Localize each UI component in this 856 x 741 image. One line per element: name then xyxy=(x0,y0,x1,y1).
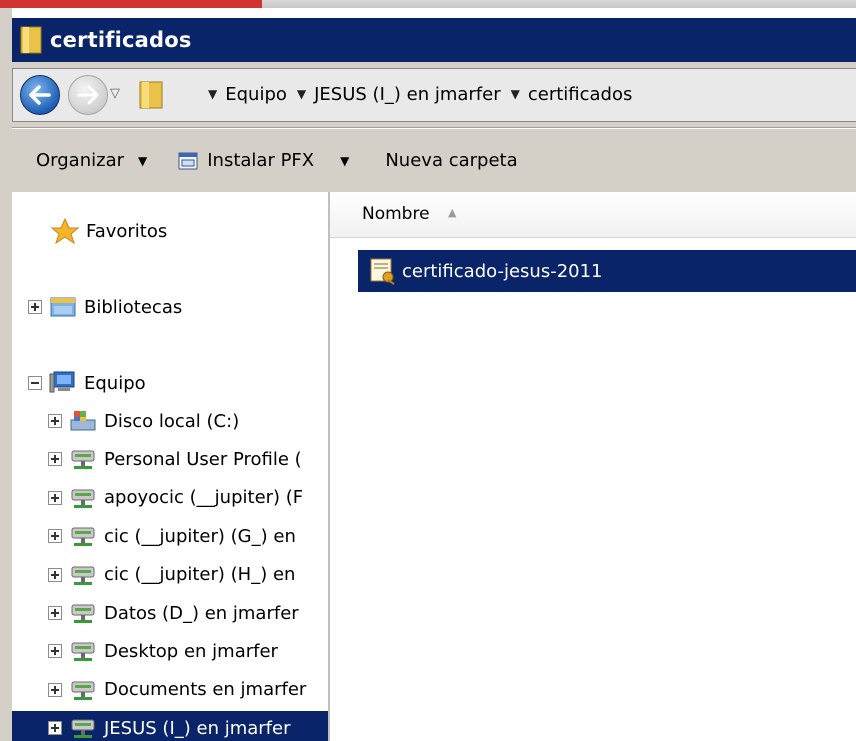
expand-icon[interactable] xyxy=(48,567,62,582)
expand-icon[interactable] xyxy=(48,452,62,467)
navigation-pane[interactable]: Favoritos Bibliotecas Equipo Disco local… xyxy=(12,192,330,741)
chevron-down-icon[interactable]: ▼ xyxy=(208,87,217,101)
nav-drive-item[interactable]: JESUS (I_) en jmarfer xyxy=(12,711,330,741)
title-bar[interactable]: certificados xyxy=(12,18,856,62)
libraries-icon xyxy=(50,297,76,317)
window-title: certificados xyxy=(50,28,192,52)
back-arrow-icon xyxy=(29,85,51,105)
nav-drive-item[interactable]: Personal User Profile ( xyxy=(48,442,302,476)
expand-icon[interactable] xyxy=(28,300,42,314)
network-drive-icon xyxy=(71,527,95,547)
local-disk-icon xyxy=(70,411,96,431)
chevron-down-icon: ▼ xyxy=(340,153,350,168)
computer-icon xyxy=(49,371,75,393)
network-drive-icon xyxy=(71,450,95,470)
nav-drive-label: Desktop en jmarfer xyxy=(104,640,278,662)
command-bar: Organizar ▼ Instalar PFX ▼ Nueva carpeta xyxy=(12,128,856,192)
column-header-name[interactable]: Nombre ▲ xyxy=(330,192,856,238)
nav-drive-item[interactable]: Datos (D_) en jmarfer xyxy=(48,596,299,630)
breadcrumb-item[interactable]: ▼ JESUS (I_) en jmarfer xyxy=(297,84,501,105)
breadcrumb-item[interactable]: ▼ Equipo xyxy=(208,84,287,105)
install-pfx-button[interactable]: Instalar PFX ▼ xyxy=(177,150,349,172)
nav-drive-item[interactable]: cic (__jupiter) (H_) en xyxy=(48,558,295,592)
new-folder-label: Nueva carpeta xyxy=(385,150,518,171)
nav-drive-label: cic (__jupiter) (H_) en xyxy=(104,564,296,586)
taskbar-red-strip xyxy=(0,0,262,8)
install-certificate-icon xyxy=(178,152,198,169)
expand-icon[interactable] xyxy=(48,644,62,659)
chevron-down-icon: ▼ xyxy=(138,153,148,168)
folder-icon xyxy=(20,26,42,54)
network-drive-icon xyxy=(71,719,95,739)
breadcrumb-item[interactable]: ▼ certificados xyxy=(511,84,633,105)
nav-libraries[interactable]: Bibliotecas xyxy=(28,290,182,324)
nav-drive-item[interactable]: Disco local (C:) xyxy=(48,404,239,438)
nav-drive-label: Datos (D_) en jmarfer xyxy=(104,602,299,624)
expand-icon[interactable] xyxy=(48,414,62,428)
network-drive-icon xyxy=(71,642,95,662)
expand-icon[interactable] xyxy=(48,490,62,505)
expand-icon[interactable] xyxy=(48,606,62,620)
nav-drive-label: Disco local (C:) xyxy=(104,410,240,432)
window-top-edge xyxy=(0,0,856,8)
nav-favorites[interactable]: Favoritos xyxy=(50,214,167,248)
nav-drive-item[interactable]: cic (__jupiter) (G_) en xyxy=(48,519,296,553)
star-icon xyxy=(50,218,80,244)
collapse-icon[interactable] xyxy=(28,376,42,390)
network-drive-icon xyxy=(71,489,95,508)
forward-button[interactable] xyxy=(68,75,108,115)
nav-drive-label: apoyocic (__jupiter) (F xyxy=(104,487,304,509)
nav-drive-item[interactable]: Documents en jmarfer xyxy=(48,673,306,707)
certificate-icon xyxy=(370,258,395,285)
nav-drive-item[interactable]: apoyocic (__jupiter) (F xyxy=(48,481,303,515)
network-drive-icon xyxy=(71,681,95,700)
new-folder-button[interactable]: Nueva carpeta xyxy=(385,150,517,171)
file-item[interactable]: certificado-jesus-2011 xyxy=(358,250,856,292)
recent-pages-dropdown-icon[interactable]: ▽ xyxy=(110,86,120,101)
back-button[interactable] xyxy=(20,75,60,115)
nav-computer[interactable]: Equipo xyxy=(28,366,146,400)
network-drive-icon xyxy=(71,604,95,623)
install-pfx-label: Instalar PFX xyxy=(207,150,315,171)
nav-drive-label: cic (__jupiter) (G_) en xyxy=(104,525,296,547)
chevron-down-icon[interactable]: ▼ xyxy=(511,87,520,101)
chevron-down-icon[interactable]: ▼ xyxy=(297,87,306,101)
expand-icon[interactable] xyxy=(48,721,62,736)
organize-menu-button[interactable]: Organizar ▼ xyxy=(36,150,147,171)
file-list-pane[interactable]: Nombre ▲ certificado-jesus-2011 xyxy=(330,192,856,741)
network-drive-icon xyxy=(71,566,95,585)
file-name: certificado-jesus-2011 xyxy=(402,260,603,282)
nav-drive-item[interactable]: Desktop en jmarfer xyxy=(48,634,278,668)
nav-drive-label: Personal User Profile ( xyxy=(104,448,302,470)
nav-drive-label: Documents en jmarfer xyxy=(104,679,307,701)
organize-label: Organizar xyxy=(36,150,124,171)
address-folder-icon xyxy=(139,81,163,109)
column-name-label: Nombre xyxy=(362,204,430,224)
breadcrumb: ▼ Equipo ▼ JESUS (I_) en jmarfer ▼ certific… xyxy=(208,78,642,110)
expand-icon[interactable] xyxy=(48,682,62,697)
sort-ascending-icon: ▲ xyxy=(448,206,457,219)
window-frame xyxy=(0,8,12,741)
expand-icon[interactable] xyxy=(48,529,62,544)
nav-drive-label: JESUS (I_) en jmarfer xyxy=(104,717,291,739)
forward-arrow-icon xyxy=(77,85,99,105)
navigation-bar: ▽ ▼ Equipo ▼ JESUS (I_) en jmarfer ▼ certif… xyxy=(12,62,856,128)
